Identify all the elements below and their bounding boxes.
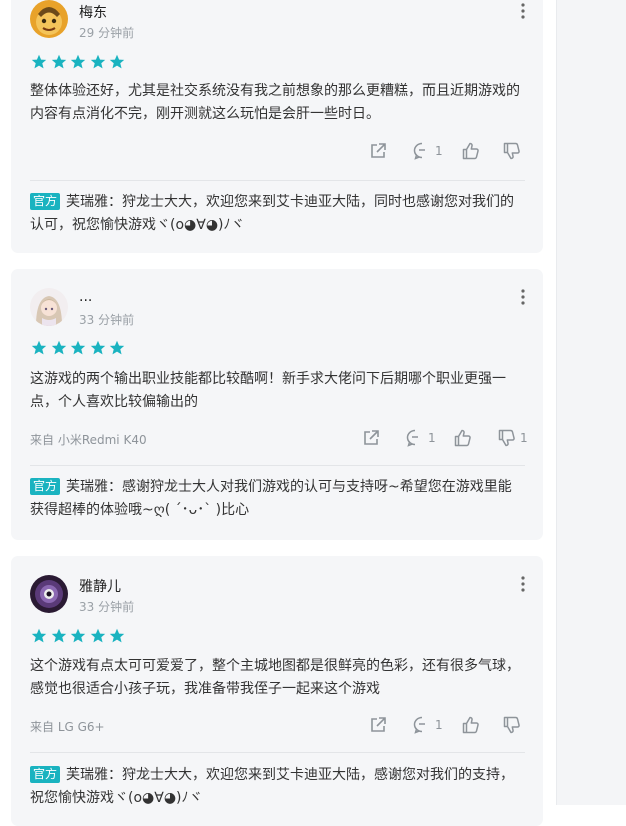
review-actions: 1 bbox=[11, 715, 543, 735]
star-icon bbox=[109, 628, 125, 643]
like-button[interactable] bbox=[461, 141, 484, 161]
like-button[interactable] bbox=[461, 715, 484, 735]
star-icon bbox=[51, 628, 66, 643]
share-icon bbox=[371, 143, 386, 158]
reply-text: 芙瑞雅：狩龙士大大，欢迎您来到艾卡迪亚大陆，感谢您对我们的支持，祝您愉快游戏ヾ(… bbox=[30, 767, 515, 806]
star-icon bbox=[70, 54, 86, 69]
reply-text: 芙瑞雅：狩龙士大大，欢迎您来到艾卡迪亚大陆，同时也感谢您对我们的认可，祝您愉快游… bbox=[30, 194, 515, 233]
star-icon bbox=[51, 340, 66, 355]
reply-text: 芙瑞雅：感谢狩龙士大人对我们游戏的认可与支持呀~希望您在游戏里能获得超棒的体验哦… bbox=[30, 479, 512, 518]
star-icon bbox=[109, 340, 125, 355]
star-icon bbox=[70, 628, 86, 643]
dislike-button[interactable] bbox=[502, 715, 525, 735]
thumbs-up-icon bbox=[462, 142, 479, 160]
avatar[interactable] bbox=[30, 0, 68, 38]
comment-icon bbox=[406, 429, 418, 447]
dislike-button[interactable] bbox=[502, 141, 525, 161]
star-icon bbox=[109, 54, 125, 69]
star-icon bbox=[51, 54, 66, 69]
username[interactable]: 雅静儿 bbox=[79, 576, 121, 596]
share-icon bbox=[371, 717, 386, 732]
star-icon bbox=[31, 54, 47, 69]
thumbs-down-icon bbox=[503, 716, 520, 734]
star-icon bbox=[90, 340, 105, 355]
official-reply: 官方 芙瑞雅：狩龙士大大，欢迎您来到艾卡迪亚大陆，同时也感谢您对我们的认可，祝您愉… bbox=[30, 191, 525, 237]
star-rating bbox=[31, 340, 125, 357]
review-card: ... 33 分钟前 这游戏的两个输出职业技能都比较酷啊！新手求大佬问下后期哪个… bbox=[11, 269, 543, 540]
username[interactable]: ... bbox=[79, 289, 92, 305]
star-icon bbox=[70, 340, 86, 355]
star-icon bbox=[90, 628, 105, 643]
official-badge: 官方 bbox=[30, 193, 61, 210]
comment-icon bbox=[413, 142, 425, 160]
star-icon bbox=[31, 340, 47, 355]
share-icon bbox=[364, 430, 379, 445]
review-card: 梅东 29 分钟前 整体体验还好，尤其是社交系统没有我之前想象的那么更糟糕，而且… bbox=[11, 0, 543, 253]
review-text: 这个游戏有点太可可爱爱了，整个主城地图都是很鲜亮的色彩，还有很多气球，感觉也很适… bbox=[30, 658, 520, 697]
divider bbox=[30, 180, 525, 181]
star-rating bbox=[31, 54, 125, 71]
official-badge: 官方 bbox=[30, 766, 61, 783]
review-time: 33 分钟前 bbox=[79, 600, 135, 614]
comment-button[interactable]: 1 bbox=[405, 428, 436, 448]
avatar[interactable] bbox=[30, 288, 68, 326]
share-button[interactable] bbox=[368, 715, 388, 735]
more-options-icon[interactable] bbox=[517, 288, 529, 306]
review-actions: 1 1 bbox=[11, 428, 543, 448]
more-options-icon[interactable] bbox=[517, 575, 529, 593]
divider bbox=[30, 465, 525, 466]
comment-count: 1 bbox=[435, 718, 443, 732]
share-button[interactable] bbox=[368, 141, 388, 161]
review-text: 这游戏的两个输出职业技能都比较酷啊！新手求大佬问下后期哪个职业更强一点，个人喜欢… bbox=[30, 371, 506, 410]
official-reply: 官方 芙瑞雅：感谢狩龙士大人对我们游戏的认可与支持呀~希望您在游戏里能获得超棒的体… bbox=[30, 476, 525, 522]
star-icon bbox=[31, 628, 47, 643]
divider bbox=[30, 752, 525, 753]
review-card: 雅静儿 33 分钟前 这个游戏有点太可可爱爱了，整个主城地图都是很鲜亮的色彩，还… bbox=[11, 556, 543, 826]
review-text: 整体体验还好，尤其是社交系统没有我之前想象的那么更糟糕，而且近期游戏的内容有点消… bbox=[30, 83, 520, 122]
review-time: 33 分钟前 bbox=[79, 313, 135, 327]
official-reply: 官方 芙瑞雅：狩龙士大大，欢迎您来到艾卡迪亚大陆，感谢您对我们的支持，祝您愉快游戏… bbox=[30, 764, 525, 810]
thumbs-up-icon bbox=[462, 716, 479, 734]
dislike-count: 1 bbox=[520, 431, 528, 445]
comment-button[interactable]: 1 bbox=[412, 141, 443, 161]
like-button[interactable] bbox=[453, 428, 476, 448]
avatar[interactable] bbox=[30, 575, 68, 613]
thumbs-down-icon bbox=[503, 142, 520, 160]
review-time: 29 分钟前 bbox=[79, 26, 135, 40]
comment-count: 1 bbox=[435, 144, 443, 158]
right-sidebar bbox=[556, 0, 626, 805]
review-actions: 1 bbox=[11, 141, 543, 161]
dislike-button[interactable]: 1 bbox=[497, 428, 528, 448]
thumbs-down-icon bbox=[498, 429, 515, 447]
thumbs-up-icon bbox=[454, 429, 471, 447]
comment-icon bbox=[413, 716, 425, 734]
official-badge: 官方 bbox=[30, 478, 61, 495]
review-list: 梅东 29 分钟前 整体体验还好，尤其是社交系统没有我之前想象的那么更糟糕，而且… bbox=[0, 0, 556, 826]
comment-count: 1 bbox=[428, 431, 436, 445]
username[interactable]: 梅东 bbox=[79, 2, 107, 22]
comment-button[interactable]: 1 bbox=[412, 715, 443, 735]
more-options-icon[interactable] bbox=[517, 2, 529, 20]
share-button[interactable] bbox=[361, 428, 381, 448]
star-rating bbox=[31, 628, 125, 645]
star-icon bbox=[90, 54, 105, 69]
